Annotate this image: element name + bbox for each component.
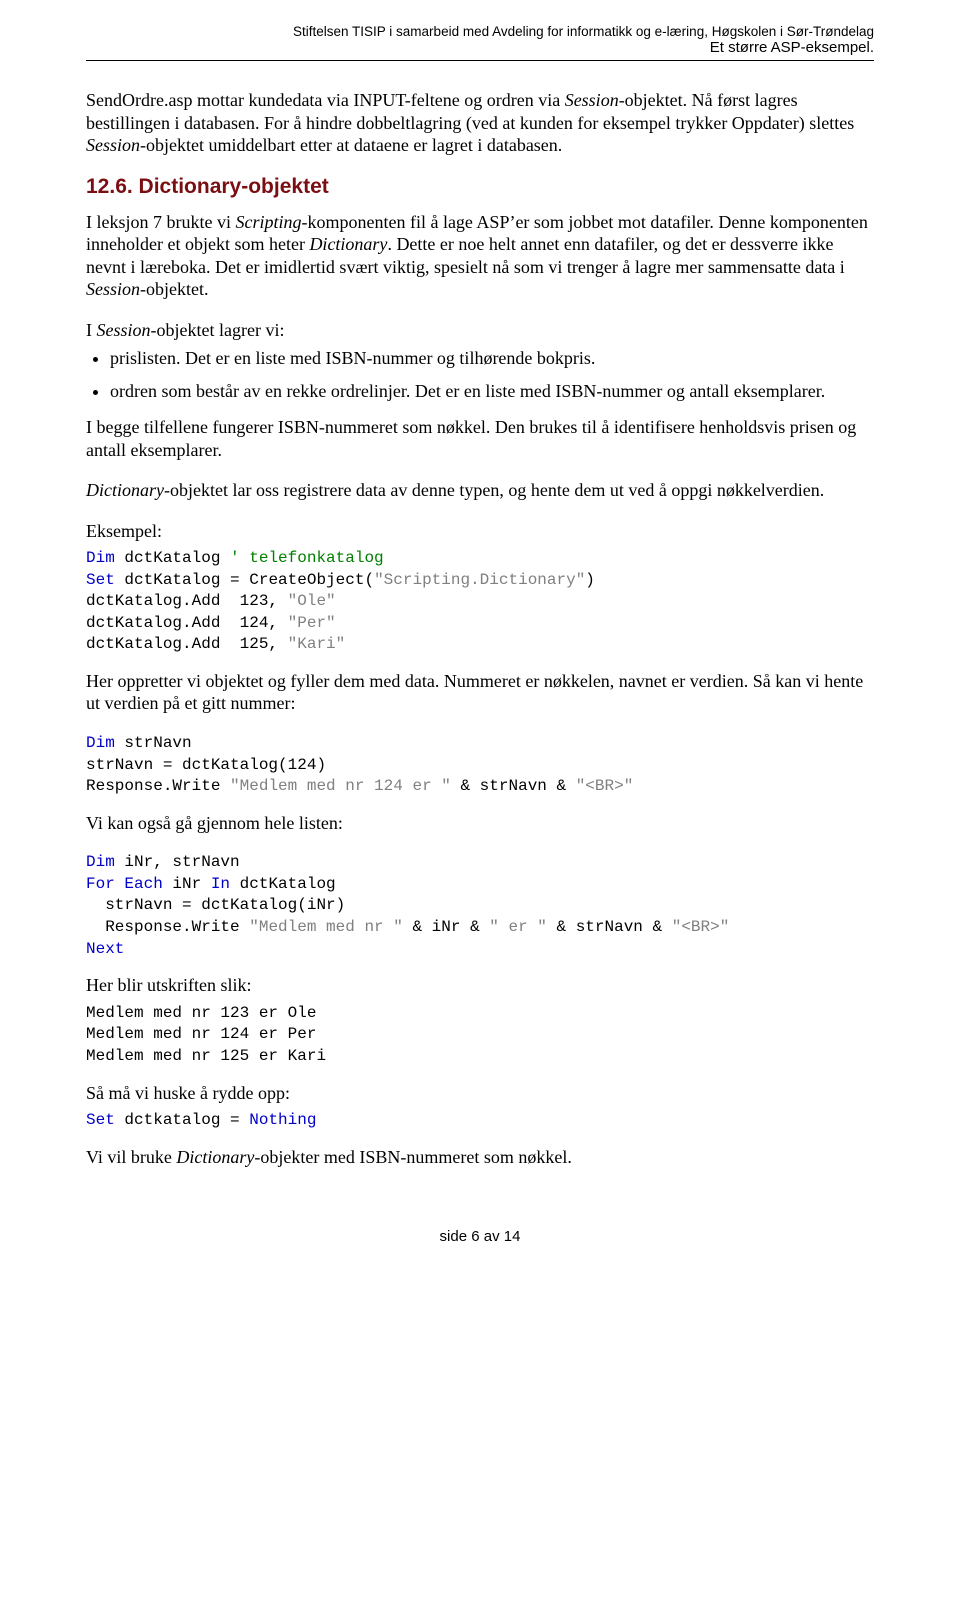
code-keyword: Set [86,1111,115,1129]
body-paragraph: Vi vil bruke Dictionary-objekter med ISB… [86,1146,874,1169]
text-italic: Session [565,90,619,110]
header-title: Et større ASP-eksempel. [86,39,874,56]
code-text: dctkatalog = [115,1111,249,1129]
code-block: Set dctkatalog = Nothing [86,1110,874,1132]
text: I leksjon 7 brukte vi [86,212,235,232]
code-string: " er " [489,918,547,936]
text-italic: Dictionary [309,234,387,254]
code-keyword: Next [86,940,124,958]
code-string: "Ole" [288,592,336,610]
text: -objektet umiddelbart etter at dataene e… [140,135,562,155]
body-paragraph: Her oppretter vi objektet og fyller dem … [86,670,874,715]
code-text: Response.Write [86,777,230,795]
code-comment: ' telefonkatalog [230,549,384,567]
page-footer: side 6 av 14 [86,1228,874,1245]
text-italic: Scripting [235,212,301,232]
text: -objektet lagrer vi: [151,320,285,340]
body-paragraph: Dictionary-objektet lar oss registrere d… [86,479,874,502]
code-text: & strNavn & [547,918,672,936]
bullet-list: prislisten. Det er en liste med ISBN-num… [86,347,874,402]
code-text: iNr, strNavn [115,853,240,871]
code-string: "Medlem med nr " [249,918,403,936]
code-text: Medlem med nr 123 er Ole [86,1004,316,1022]
text: -objektet lar oss registrere data av den… [164,480,824,500]
header-org: Stiftelsen TISIP i samarbeid med Avdelin… [86,24,874,39]
section-heading: 12.6. Dictionary-objektet [86,175,874,199]
text-italic: Dictionary [176,1147,254,1167]
page-container: Stiftelsen TISIP i samarbeid med Avdelin… [0,0,960,1285]
intro-paragraph: SendOrdre.asp mottar kundedata via INPUT… [86,89,874,157]
code-keyword: In [211,875,230,893]
code-keyword: Nothing [249,1111,316,1129]
code-text: dctKatalog = CreateObject( [115,571,374,589]
body-paragraph: Så må vi huske å rydde opp: [86,1082,874,1105]
code-text: & iNr & [403,918,489,936]
text: SendOrdre.asp mottar kundedata via INPUT… [86,90,565,110]
text: I [86,320,97,340]
code-string: "<BR>" [576,777,634,795]
text-italic: Session [86,135,140,155]
body-paragraph: I Session-objektet lagrer vi: [86,319,874,342]
code-string: "Medlem med nr 124 er " [230,777,451,795]
code-keyword: Dim [86,549,115,567]
body-paragraph: I leksjon 7 brukte vi Scripting-komponen… [86,211,874,301]
code-text: dctKatalog [115,549,230,567]
text-italic: Session [97,320,151,340]
body-paragraph: Eksempel: [86,520,874,543]
code-text: dctKatalog.Add 125, [86,635,288,653]
code-keyword: Set [86,571,115,589]
code-string: "Scripting.Dictionary" [374,571,585,589]
code-text: iNr [163,875,211,893]
code-text: Medlem med nr 125 er Kari [86,1047,326,1065]
list-item: ordren som består av en rekke ordrelinje… [110,380,874,403]
code-block: Dim dctKatalog ' telefonkatalog Set dctK… [86,548,874,656]
code-text: ) [585,571,595,589]
code-text: Medlem med nr 124 er Per [86,1025,316,1043]
code-text: & strNavn & [451,777,576,795]
code-text: strNavn [115,734,192,752]
code-text: Response.Write [86,918,249,936]
code-block: Dim strNavn strNavn = dctKatalog(124) Re… [86,733,874,798]
body-paragraph: Her blir utskriften slik: [86,974,874,997]
code-block: Dim iNr, strNavn For Each iNr In dctKata… [86,852,874,960]
code-keyword: For Each [86,875,163,893]
text-italic: Session [86,279,140,299]
text-italic: Dictionary [86,480,164,500]
code-text: dctKatalog.Add 123, [86,592,288,610]
text: -objekter med ISBN-nummeret som nøkkel. [254,1147,571,1167]
code-string: "Per" [288,614,336,632]
code-block: Medlem med nr 123 er Ole Medlem med nr 1… [86,1003,874,1068]
header-rule [86,60,874,61]
code-text: strNavn = dctKatalog(iNr) [86,896,345,914]
code-text: dctKatalog.Add 124, [86,614,288,632]
text: -objektet. [140,279,208,299]
list-item: prislisten. Det er en liste med ISBN-num… [110,347,874,370]
code-text: dctKatalog [230,875,336,893]
code-string: "<BR>" [672,918,730,936]
body-paragraph: Vi kan også gå gjennom hele listen: [86,812,874,835]
code-keyword: Dim [86,734,115,752]
code-text: strNavn = dctKatalog(124) [86,756,326,774]
code-string: "Kari" [288,635,346,653]
code-keyword: Dim [86,853,115,871]
text: Vi vil bruke [86,1147,176,1167]
body-paragraph: I begge tilfellene fungerer ISBN-nummere… [86,416,874,461]
